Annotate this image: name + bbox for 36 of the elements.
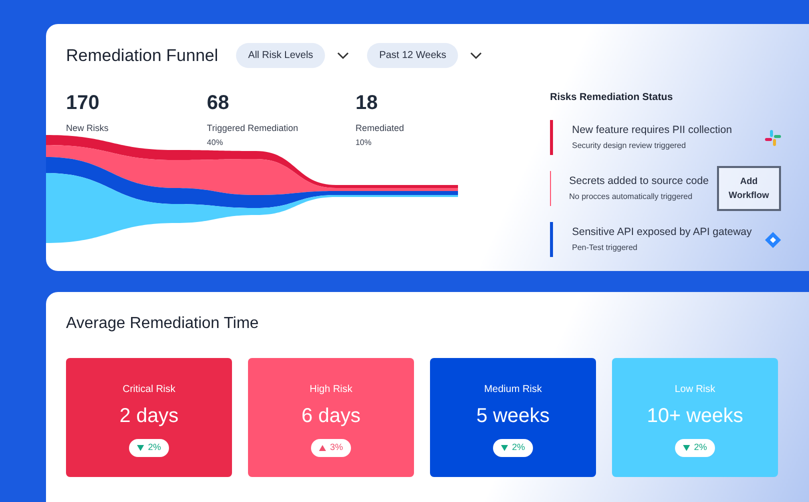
filter-dropdown[interactable]: All Risk Levels <box>236 43 326 68</box>
status-title-text: Secrets added to source code <box>569 174 709 190</box>
stat-label: Triggered Remediation <box>206 122 300 135</box>
risk-label: Critical Risk <box>122 383 176 397</box>
chevron-down-icon[interactable] <box>337 52 350 60</box>
change-value: 2% <box>148 441 161 454</box>
risk-duration: 10+ weeks <box>646 404 744 429</box>
risk-duration: 5 weeks <box>476 404 550 429</box>
stat-percent: 10% <box>355 137 372 149</box>
status-title-text: New feature requires PII collection <box>572 123 733 138</box>
hash-grid-icon <box>765 130 781 146</box>
change-value: 2% <box>512 441 525 454</box>
status-subtitle: Pen-Test triggered <box>572 242 638 254</box>
risk-duration: 6 days <box>302 404 360 429</box>
diamond-icon <box>765 232 781 248</box>
stat-percent: 40% <box>206 137 224 149</box>
stat-value: 68 <box>206 92 230 112</box>
status-subtitle: No procces automatically triggered <box>569 190 694 203</box>
change-value: 3% <box>330 441 343 454</box>
risk-label: Low Risk <box>674 383 716 397</box>
status-subtitle: Security design review triggered <box>572 140 687 152</box>
stat-value: 170 <box>66 92 100 112</box>
status-title: Risks Remediation Status <box>550 91 674 105</box>
add-workflow-button[interactable]: Add Workflow <box>716 166 781 211</box>
stat-label: Remediated <box>355 122 405 134</box>
status-title-text: Sensitive API exposed by API gateway <box>572 225 753 240</box>
risk-label: Medium Risk <box>484 383 542 397</box>
chevron-down-icon[interactable] <box>470 52 482 60</box>
filter-dropdown[interactable]: Past 12 Weeks <box>367 43 458 68</box>
panel-title: Remediation Funnel <box>66 45 218 67</box>
risk-label: High Risk <box>310 383 352 397</box>
change-value: 2% <box>694 441 707 454</box>
stat-label: New Risks <box>66 122 110 134</box>
stat-value: 18 <box>355 92 379 112</box>
panel-title: Average Remediation Time <box>66 314 260 334</box>
risk-duration: 2 days <box>120 404 178 429</box>
